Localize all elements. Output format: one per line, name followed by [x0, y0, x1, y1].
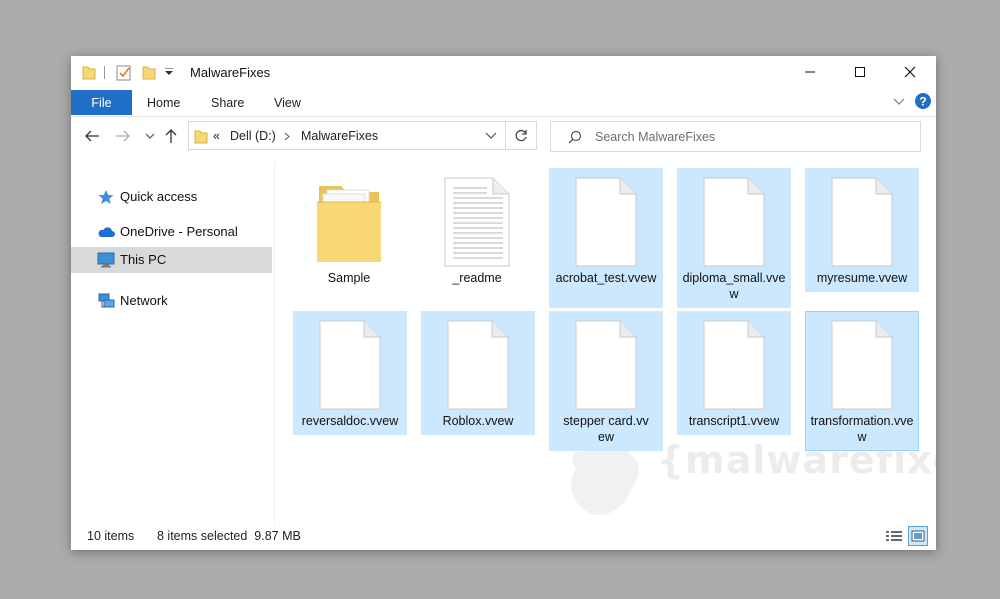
blank-file-icon [575, 177, 637, 267]
file-item[interactable]: myresume.vvew [805, 168, 919, 292]
file-name: _readme [452, 271, 502, 285]
blank-file-icon [831, 320, 893, 410]
file-name: stepper card.vvew [563, 414, 649, 444]
file-name: Roblox.vvew [442, 414, 514, 428]
search-input[interactable]: Search MalwareFixes [595, 130, 715, 144]
search-icon [568, 130, 582, 144]
tab-share[interactable]: Share [211, 96, 244, 110]
sidebar-item-label: OneDrive - Personal [120, 224, 238, 239]
help-icon[interactable]: ? [914, 92, 932, 110]
breadcrumb-drive[interactable]: Dell (D:) [230, 129, 276, 143]
minimize-icon [805, 71, 815, 73]
forward-arrow-icon [116, 130, 130, 142]
search-box[interactable]: Search MalwareFixes [550, 121, 921, 152]
breadcrumb-folder[interactable]: MalwareFixes [301, 129, 378, 143]
sidebar-item-this-pc[interactable]: This PC [71, 247, 272, 273]
star-icon [98, 190, 114, 204]
cloud-icon [98, 227, 115, 237]
up-button[interactable] [161, 126, 181, 146]
window-title: MalwareFixes [190, 65, 271, 80]
recent-locations-button[interactable] [140, 126, 160, 146]
ribbon-tabs: File Home Share View ? [71, 90, 936, 116]
address-bar[interactable]: « Dell (D:) MalwareFixes [188, 121, 506, 150]
blank-file-icon [447, 320, 509, 410]
blank-file-icon [703, 177, 765, 267]
tab-file[interactable]: File [71, 90, 132, 115]
chevron-down-icon [145, 133, 155, 139]
file-name: acrobat_test.vvew [555, 271, 657, 285]
ribbon-divider [71, 116, 936, 117]
refresh-icon [515, 129, 527, 141]
maximize-icon [855, 67, 865, 77]
folder-icon [194, 130, 208, 144]
sidebar-item-label: Quick access [120, 189, 198, 204]
chevron-down-icon[interactable] [893, 98, 905, 106]
folder-icon [82, 66, 96, 80]
details-view-button[interactable] [884, 526, 904, 546]
file-item[interactable]: acrobat_test.vvew [549, 168, 663, 308]
file-item[interactable]: stepper card.vvew [549, 311, 663, 451]
back-button[interactable] [82, 126, 102, 146]
file-item[interactable]: transformation.vvew [805, 311, 919, 451]
up-arrow-icon [165, 129, 177, 143]
pane-splitter[interactable] [274, 162, 275, 524]
explorer-window: MalwareFixes File Home Share View ? « De… [71, 56, 936, 550]
navigation-pane: Quick access OneDrive - Personal This PC… [71, 162, 274, 522]
file-item[interactable]: reversaldoc.vvew [293, 311, 407, 435]
close-icon [904, 66, 916, 78]
computer-icon [97, 252, 115, 268]
toolbar-divider [104, 66, 105, 79]
minimize-button[interactable] [785, 56, 835, 88]
file-name: Sample [327, 271, 371, 285]
sidebar-item-label: This PC [120, 252, 167, 267]
refresh-button[interactable] [506, 121, 537, 150]
checklist-icon[interactable] [116, 64, 132, 81]
status-selection: 8 items selected 9.87 MB [157, 529, 301, 543]
breadcrumb-chevron-icon[interactable] [284, 132, 290, 141]
text-file-icon [444, 177, 510, 267]
forward-button[interactable] [113, 126, 133, 146]
sidebar-item-quick-access[interactable]: Quick access [71, 184, 272, 210]
details-view-icon [886, 531, 902, 541]
dropdown-icon[interactable] [165, 68, 173, 78]
file-item[interactable]: transcript1.vvew [677, 311, 791, 435]
file-name: transformation.vvew [810, 414, 914, 444]
large-icons-view-button[interactable] [908, 526, 928, 546]
file-item[interactable]: _readme [420, 168, 534, 306]
back-arrow-icon [85, 130, 99, 142]
sidebar-item-onedrive[interactable]: OneDrive - Personal [71, 219, 272, 245]
tab-view[interactable]: View [274, 96, 301, 110]
chevron-down-icon[interactable] [485, 132, 497, 140]
status-item-count: 10 items [87, 529, 135, 543]
file-name: transcript1.vvew [688, 414, 780, 428]
title-bar: MalwareFixes [71, 56, 936, 90]
blank-file-icon [703, 320, 765, 410]
file-item[interactable]: diploma_small.vvew [677, 168, 791, 308]
network-icon [98, 293, 115, 308]
blank-file-icon [575, 320, 637, 410]
blank-file-icon [831, 177, 893, 267]
file-item[interactable]: Sample [292, 168, 406, 306]
file-name: reversaldoc.vvew [301, 414, 399, 428]
close-button[interactable] [885, 56, 935, 88]
svg-text:?: ? [919, 95, 926, 109]
sidebar-item-network[interactable]: Network [71, 288, 272, 314]
large-icons-view-icon [911, 530, 925, 542]
sidebar-item-label: Network [120, 293, 168, 308]
folder-icon [317, 186, 381, 262]
maximize-button[interactable] [835, 56, 885, 88]
blank-file-icon [319, 320, 381, 410]
tab-home[interactable]: Home [147, 96, 180, 110]
file-name: diploma_small.vvew [682, 271, 786, 301]
file-item[interactable]: Roblox.vvew [421, 311, 535, 435]
breadcrumb-overflow[interactable]: « [213, 129, 220, 143]
new-folder-icon[interactable] [142, 64, 156, 80]
file-name: myresume.vvew [816, 271, 908, 285]
